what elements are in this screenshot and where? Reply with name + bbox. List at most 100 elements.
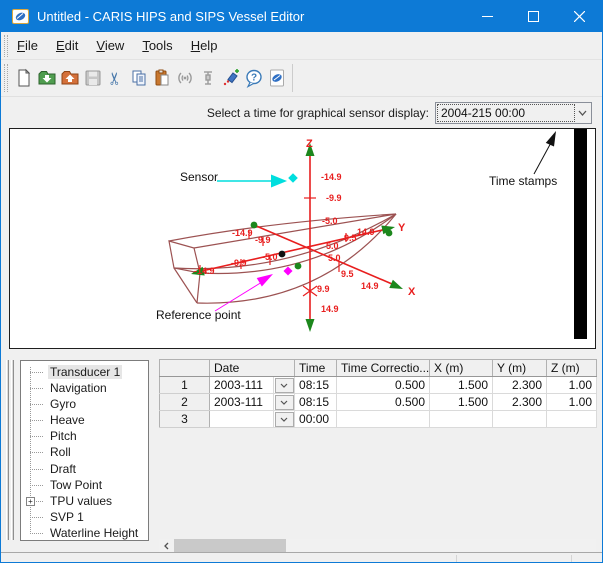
menu-item-file[interactable]: File <box>8 32 47 59</box>
tree-item-svp-1[interactable]: SVP 1 <box>21 509 148 525</box>
sensor-data-grid: Date Time Time Correctio... X (m) Y (m) … <box>159 359 597 428</box>
splitter-grip[interactable] <box>6 360 15 540</box>
y-cell[interactable]: 2.300 <box>493 394 547 411</box>
time-stamps-arrowhead <box>546 129 560 146</box>
paste-icon <box>152 68 172 88</box>
x-cell[interactable] <box>430 411 493 428</box>
y-cell[interactable]: 2.300 <box>493 377 547 394</box>
date-cell[interactable]: 2003-111 <box>210 377 274 394</box>
menu-item-help[interactable]: Help <box>182 32 227 59</box>
col-header-z[interactable]: Z (m) <box>547 360 597 377</box>
z-cell[interactable]: 1.00 <box>547 377 597 394</box>
sensor-tree-panel: Transducer 1 NavigationGyroHeavePitchRoll… <box>20 360 149 541</box>
sensor-tool-button[interactable] <box>196 64 219 92</box>
tree-item-navigation[interactable]: Navigation <box>21 380 148 396</box>
black-marker <box>279 251 286 258</box>
time-select-combobox[interactable]: 2004-215 00:00 <box>435 102 592 124</box>
axis-tick-label: -9.9 <box>255 235 271 245</box>
axis-tick-label: 14.9 <box>321 304 339 314</box>
tree-item-tow-point[interactable]: Tow Point <box>21 477 148 493</box>
axis-tick-label: -14.9 <box>194 266 215 276</box>
caris-logo-icon <box>267 68 287 88</box>
tree-item-roll[interactable]: Roll <box>21 444 148 460</box>
date-cell[interactable] <box>210 411 274 428</box>
cut-button[interactable]: ✂ <box>104 64 127 92</box>
axis-tick-label: 9.5 <box>344 233 357 243</box>
maximize-button[interactable] <box>510 1 556 32</box>
axis-tick-label: -9.9 <box>326 193 342 203</box>
menu-item-edit[interactable]: Edit <box>47 32 87 59</box>
time-correction-cell[interactable]: 0.500 <box>337 377 430 394</box>
x-cell[interactable]: 1.500 <box>430 394 493 411</box>
col-header-rownum[interactable] <box>160 360 210 377</box>
col-header-time-correction[interactable]: Time Correctio... <box>337 360 430 377</box>
vessel-diagram-viewport[interactable]: -14.9-9.9-5.09.914.9-14.9-9.9-14.9-9.9-5… <box>9 128 596 349</box>
minimize-button[interactable] <box>464 1 510 32</box>
col-header-x[interactable]: X (m) <box>430 360 493 377</box>
date-dropdown-cell[interactable] <box>274 411 295 428</box>
menu-bar: FileEditViewToolsHelp <box>1 32 602 60</box>
menu-item-view[interactable]: View <box>87 32 133 59</box>
col-header-time[interactable]: Time <box>295 360 337 377</box>
scrollbar-thumb[interactable] <box>174 539 286 552</box>
new-document-button[interactable] <box>12 64 35 92</box>
close-icon <box>574 11 585 22</box>
save-vessel-as-button[interactable] <box>58 64 81 92</box>
axis-tick-label: -14.9 <box>321 172 342 182</box>
status-separator <box>571 555 572 562</box>
minimize-icon <box>482 11 493 22</box>
tree-item-transducer-1[interactable]: Transducer 1 <box>21 364 148 380</box>
tree-item-tpu-values[interactable]: +TPU values <box>21 493 148 509</box>
axis-label-x: X <box>408 286 416 298</box>
time-cell[interactable]: 08:15 <box>295 377 337 394</box>
date-dropdown-cell[interactable] <box>274 377 295 394</box>
y-cell[interactable] <box>493 411 547 428</box>
x-cell[interactable]: 1.500 <box>430 377 493 394</box>
tree-item-label: Navigation <box>48 381 109 395</box>
signal-button[interactable] <box>173 64 196 92</box>
copy-button[interactable] <box>127 64 150 92</box>
close-button[interactable] <box>556 1 602 32</box>
save-button[interactable] <box>81 64 104 92</box>
row-number[interactable]: 1 <box>160 377 210 394</box>
axes <box>193 149 399 327</box>
help-icon: ? <box>244 68 264 88</box>
row-number[interactable]: 3 <box>160 411 210 428</box>
tree-item-label: Transducer 1 <box>48 365 122 379</box>
time-correction-cell[interactable] <box>337 411 430 428</box>
time-cell[interactable]: 00:00 <box>295 411 337 428</box>
row-number[interactable]: 2 <box>160 394 210 411</box>
save-vessel-as-icon <box>60 68 80 88</box>
tree-item-pitch[interactable]: Pitch <box>21 428 148 444</box>
toolbar-separator <box>292 64 293 92</box>
tree-item-gyro[interactable]: Gyro <box>21 396 148 412</box>
z-cell[interactable] <box>547 411 597 428</box>
chevron-down-icon[interactable] <box>574 110 591 116</box>
caris-logo-button[interactable] <box>265 64 288 92</box>
tree-item-draft[interactable]: Draft <box>21 461 148 477</box>
toolbar-grip[interactable] <box>4 64 8 92</box>
menu-item-tools[interactable]: Tools <box>133 32 181 59</box>
date-dropdown-cell[interactable] <box>274 394 295 411</box>
date-cell[interactable]: 2003-111 <box>210 394 274 411</box>
time-correction-cell[interactable]: 0.500 <box>337 394 430 411</box>
z-cell[interactable]: 1.00 <box>547 394 597 411</box>
tree-item-heave[interactable]: Heave <box>21 412 148 428</box>
tree-item-waterline-height[interactable]: Waterline Height <box>21 525 148 541</box>
col-header-date[interactable]: Date <box>210 360 295 377</box>
help-button[interactable]: ? <box>242 64 265 92</box>
expand-plus-icon[interactable]: + <box>26 497 35 506</box>
chevron-down-icon <box>275 395 294 410</box>
scroll-left-icon <box>164 542 169 550</box>
tree-item-label: Waterline Height <box>48 526 140 540</box>
time-cell[interactable]: 08:15 <box>295 394 337 411</box>
sensor-marker <box>288 173 298 183</box>
open-vessel-button[interactable] <box>35 64 58 92</box>
horizontal-scrollbar[interactable] <box>159 539 596 552</box>
paste-button[interactable] <box>150 64 173 92</box>
status-bar <box>1 552 602 562</box>
measure-button[interactable] <box>219 64 242 92</box>
cut-icon: ✂ <box>107 71 124 85</box>
scroll-left-button[interactable] <box>159 539 173 552</box>
col-header-y[interactable]: Y (m) <box>493 360 547 377</box>
